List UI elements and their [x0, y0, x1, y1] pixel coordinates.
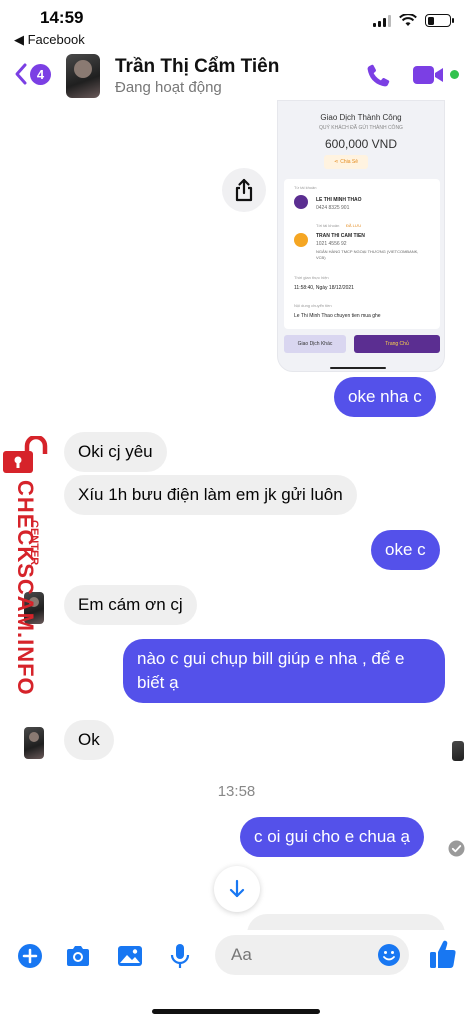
back-chevron-icon[interactable] [14, 62, 28, 86]
receipt-title: Giao Dịch Thành Công [320, 113, 402, 122]
time-separator: 13:58 [217, 783, 256, 800]
contact-name[interactable]: Trần Thị Cẩm Tiên [115, 56, 279, 78]
phone-call-icon[interactable] [364, 62, 392, 90]
sender-avatar[interactable] [24, 727, 44, 759]
message-composer [0, 930, 473, 990]
receipt-content-label: Nội dung chuyển tiền [294, 303, 332, 308]
receipt-time-value: 11:58:40, Ngày 18/12/2021 [294, 285, 354, 291]
microphone-icon[interactable] [166, 942, 194, 970]
message-bubble[interactable]: Ok [64, 720, 114, 760]
photo-gallery-icon[interactable] [116, 942, 144, 970]
video-call-icon[interactable] [412, 63, 444, 87]
receipt-amount: 600,000 VND [324, 137, 398, 151]
share-icon [235, 178, 253, 202]
share-image-button[interactable] [222, 168, 266, 212]
emoji-icon[interactable] [377, 943, 401, 967]
share-nodes-icon: ⋖ [334, 159, 339, 165]
receipt-home-indicator [330, 367, 386, 369]
message-bubble[interactable]: Oki cj yêu [64, 432, 167, 472]
signal-icon [373, 14, 391, 27]
receipt-to-name: TRAN THI CAM TIEN [316, 233, 365, 239]
unread-count-badge[interactable]: 4 [30, 64, 51, 85]
chat-header: 4 Trần Thị Cẩm Tiên Đang hoạt động [0, 50, 473, 100]
receipt-subtitle: QUÝ KHÁCH ĐÃ GỬI THÀNH CÔNG [319, 125, 403, 131]
arrow-down-icon [229, 879, 245, 898]
receipt-to-saved: ĐÃ LƯU [346, 223, 362, 228]
watermark-center: CENTER [28, 520, 40, 566]
contact-avatar[interactable] [66, 54, 100, 98]
receipt-time-label: Thời gian thực hiện [294, 275, 329, 280]
message-bubble[interactable]: oke c [371, 530, 440, 570]
home-indicator [152, 1009, 320, 1014]
online-status-dot [450, 70, 459, 79]
camera-icon[interactable] [64, 942, 92, 970]
lock-icon [3, 436, 48, 473]
bank-logo-icon [294, 233, 308, 247]
thumbs-up-icon[interactable] [428, 938, 458, 970]
status-time: 14:59 [40, 8, 84, 27]
message-bubble[interactable]: Em cám ơn cj [64, 585, 197, 625]
receipt-from-account: 0424 8325 901 [316, 205, 350, 211]
status-icons [373, 14, 454, 27]
message-bubble[interactable]: Xíu 1h bưu điện làm em jk gửi luôn [64, 475, 357, 515]
message-bubble[interactable]: c oi gui cho e chua ạ [240, 817, 424, 857]
back-to-facebook-link[interactable]: ◀ Facebook [14, 32, 85, 48]
message-input-wrapper [215, 935, 409, 975]
watermark-brand: CHECKSCAM.INFO [13, 480, 38, 696]
receipt-content-value: Le Thi Minh Thao chuyen tien mua ghe [294, 313, 381, 319]
seen-by-avatar [452, 741, 464, 761]
message-bubble[interactable]: oke nha c [334, 377, 436, 417]
receipt-home-button: Trang Chủ [354, 335, 440, 353]
receipt-image[interactable]: Giao Dịch Thành Công QUÝ KHÁCH ĐÃ GỬI TH… [277, 100, 445, 372]
contact-status: Đang hoạt động [115, 79, 222, 96]
receipt-to-account: 1021 4556 92 [316, 241, 347, 247]
receipt-to-bank: NGÂN HÀNG TMCP NGOẠI THƯƠNG (VIETCOMBANK… [316, 249, 419, 260]
delivered-check-icon [448, 840, 465, 857]
plus-icon[interactable] [16, 942, 44, 970]
receipt-to-label: Tới tài khoản [316, 223, 340, 228]
receipt-other-transaction-button: Giao Dịch Khác [284, 335, 346, 353]
message-input[interactable] [231, 943, 371, 967]
receipt-from-label: Từ tài khoản [294, 185, 317, 190]
receipt-share-label: Chia Sẻ [340, 159, 358, 165]
receipt-from-name: LE THI MINH THAO [316, 197, 362, 203]
wifi-icon [399, 14, 417, 26]
scroll-to-bottom-button[interactable] [214, 866, 260, 912]
battery-icon [425, 14, 454, 27]
receipt-share-button: ⋖ Chia Sẻ [324, 155, 368, 169]
message-bubble[interactable]: nào c gui chụp bill giúp e nha , để e bi… [123, 639, 445, 703]
receipt-details-panel: Từ tài khoản LE THI MINH THAO 0424 8325 … [284, 179, 440, 329]
tpbank-logo-icon [294, 195, 308, 209]
